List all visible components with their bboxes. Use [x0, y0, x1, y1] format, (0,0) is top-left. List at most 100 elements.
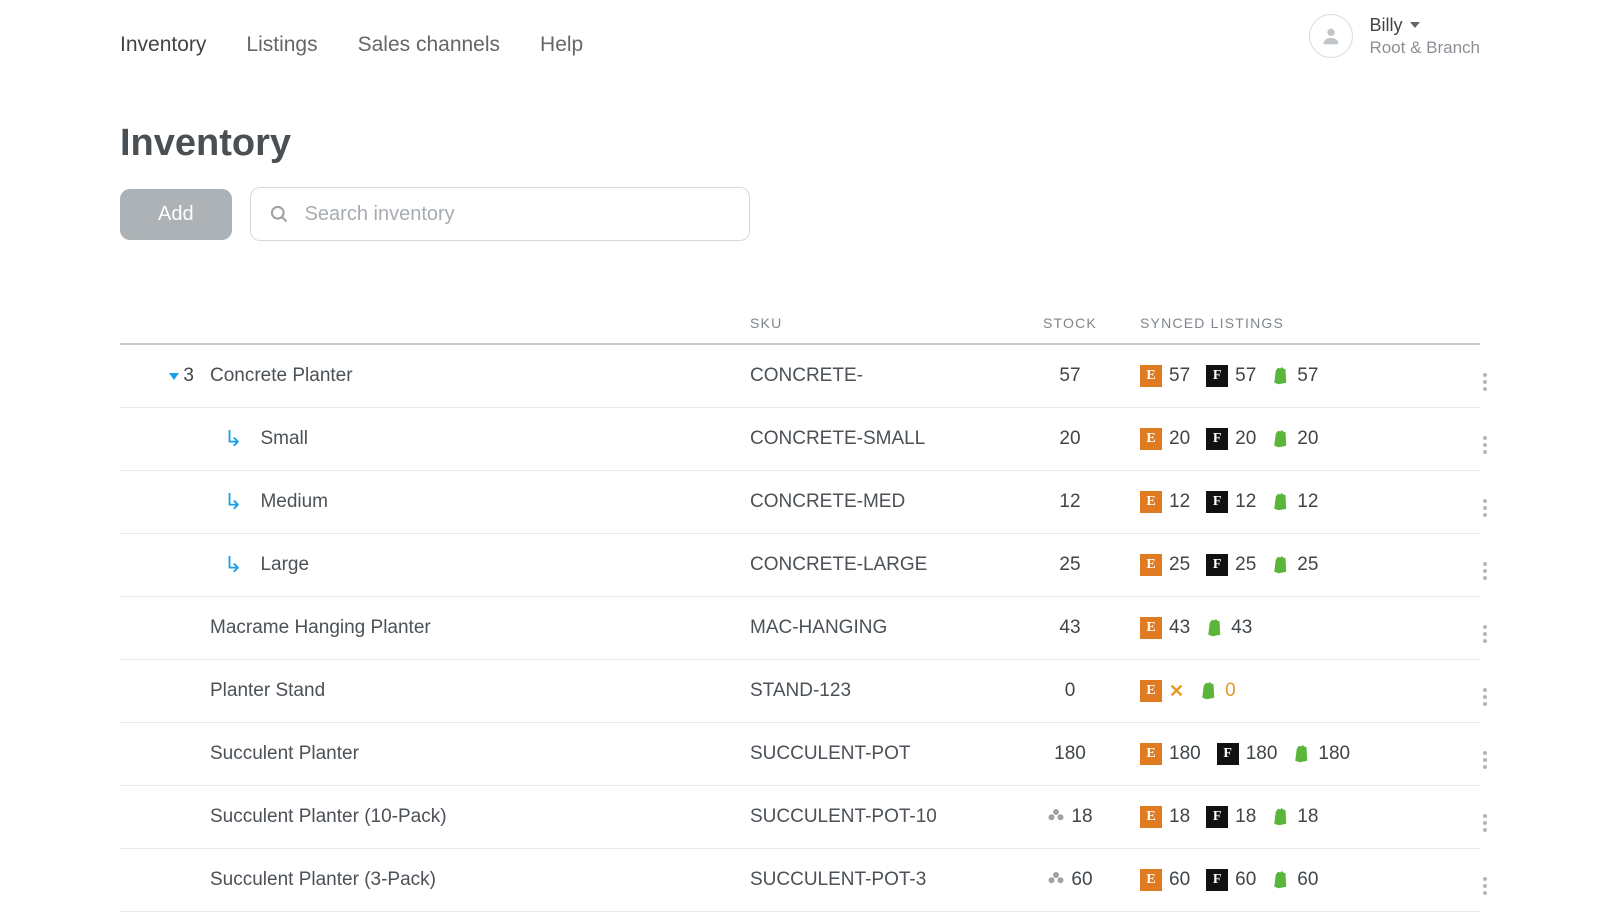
shopify-icon	[1272, 429, 1290, 449]
stock-value: 43	[1059, 617, 1080, 639]
table-row[interactable]: ↳Medium CONCRETE-MED 12 E12F1212	[120, 471, 1480, 534]
item-name: Large	[260, 554, 309, 576]
synced-listing: 0	[1200, 680, 1236, 702]
row-menu-button[interactable]	[1460, 424, 1510, 454]
etsy-icon: E	[1140, 869, 1162, 891]
listing-value: 180	[1169, 743, 1201, 765]
more-vertical-icon	[1483, 436, 1487, 454]
listing-value: 180	[1246, 743, 1278, 765]
nav-listings[interactable]: Listings	[246, 33, 317, 57]
listing-value: 12	[1297, 491, 1318, 513]
synced-listing: 60	[1272, 869, 1318, 891]
user-company: Root & Branch	[1369, 37, 1480, 58]
variant-arrow-icon: ↳	[224, 489, 242, 515]
item-name: Succulent Planter	[210, 743, 359, 764]
stock-value: 25	[1059, 554, 1080, 576]
listing-value: 43	[1169, 617, 1190, 639]
listing-value: 60	[1235, 869, 1256, 891]
etsy-icon: E	[1140, 428, 1162, 450]
stock-value: 12	[1059, 491, 1080, 513]
faire-icon: F	[1206, 869, 1228, 891]
nav-help[interactable]: Help	[540, 33, 583, 57]
row-menu-button[interactable]	[1460, 802, 1510, 832]
shopify-icon	[1272, 366, 1290, 386]
search-wrap[interactable]	[250, 187, 750, 241]
sku-value: MAC-HANGING	[750, 617, 887, 638]
variant-arrow-icon: ↳	[224, 426, 242, 452]
listing-value: 20	[1297, 428, 1318, 450]
table-row[interactable]: Macrame Hanging Planter MAC-HANGING 43 E…	[120, 597, 1480, 660]
col-header-sku: SKU	[750, 315, 1000, 331]
toolbar: Add	[120, 187, 1480, 241]
more-vertical-icon	[1483, 751, 1487, 769]
variant-count: 3	[183, 365, 194, 387]
search-input[interactable]	[303, 202, 731, 227]
shopify-icon	[1272, 807, 1290, 827]
listing-value: 18	[1297, 806, 1318, 828]
unsynced-x-icon: ✕	[1169, 681, 1184, 702]
table-row[interactable]: 3 Concrete Planter CONCRETE- 57 E57F5757	[120, 345, 1480, 408]
col-header-synced: SYNCED LISTINGS	[1140, 315, 1460, 331]
add-button[interactable]: Add	[120, 189, 232, 240]
row-menu-button[interactable]	[1460, 550, 1510, 580]
faire-icon: F	[1206, 428, 1228, 450]
expand-caret-icon[interactable]	[169, 373, 179, 380]
sku-value: SUCCULENT-POT-3	[750, 869, 926, 890]
listing-value: 57	[1297, 365, 1318, 387]
synced-listing: E60	[1140, 869, 1190, 891]
table-row[interactable]: Succulent Planter (3-Pack) SUCCULENT-POT…	[120, 849, 1480, 912]
table-row[interactable]: Succulent Planter (10-Pack) SUCCULENT-PO…	[120, 786, 1480, 849]
synced-listing: F12	[1206, 491, 1256, 513]
row-menu-button[interactable]	[1460, 865, 1510, 895]
user-text: Billy Root & Branch	[1369, 14, 1480, 58]
table-header: SKU STOCK SYNCED LISTINGS	[120, 305, 1480, 345]
synced-listing: E25	[1140, 554, 1190, 576]
row-menu-button[interactable]	[1460, 361, 1510, 391]
etsy-icon: E	[1140, 743, 1162, 765]
item-name: Planter Stand	[210, 680, 325, 701]
shopify-icon	[1293, 744, 1311, 764]
more-vertical-icon	[1483, 877, 1487, 895]
table-row[interactable]: ↳Large CONCRETE-LARGE 25 E25F2525	[120, 534, 1480, 597]
nav-sales-channels[interactable]: Sales channels	[358, 33, 500, 57]
table-row[interactable]: Succulent Planter SUCCULENT-POT 180 E180…	[120, 723, 1480, 786]
caret-down-icon	[1410, 22, 1420, 28]
more-vertical-icon	[1483, 562, 1487, 580]
bundle-icon	[1047, 807, 1065, 827]
row-menu-button[interactable]	[1460, 676, 1510, 706]
listing-value: 43	[1231, 617, 1252, 639]
variant-arrow-icon: ↳	[224, 552, 242, 578]
user-menu[interactable]: Billy Root & Branch	[1309, 14, 1480, 58]
faire-icon: F	[1206, 365, 1228, 387]
etsy-icon: E	[1140, 680, 1162, 702]
more-vertical-icon	[1483, 373, 1487, 391]
synced-listing: E57	[1140, 365, 1190, 387]
row-menu-button[interactable]	[1460, 613, 1510, 643]
bundle-icon	[1047, 870, 1065, 890]
synced-listing: E 180	[1140, 743, 1201, 765]
table-row[interactable]: Planter Stand STAND-123 0 E✕0	[120, 660, 1480, 723]
listing-value: 57	[1169, 365, 1190, 387]
table-row[interactable]: ↳Small CONCRETE-SMALL 20 E20F2020	[120, 408, 1480, 471]
synced-listing: F180	[1217, 743, 1278, 765]
faire-icon: F	[1206, 806, 1228, 828]
listing-value: 57	[1235, 365, 1256, 387]
synced-listing: F25	[1206, 554, 1256, 576]
synced-listing: 20	[1272, 428, 1318, 450]
stock-value: 0	[1065, 680, 1076, 702]
listing-value: 18	[1235, 806, 1256, 828]
row-menu-button[interactable]	[1460, 739, 1510, 769]
stock-value: 18	[1071, 806, 1092, 828]
sku-value: SUCCULENT-POT-10	[750, 806, 937, 827]
listing-value: 25	[1235, 554, 1256, 576]
nav-inventory[interactable]: Inventory	[120, 33, 206, 57]
shopify-icon	[1200, 681, 1218, 701]
etsy-icon: E	[1140, 554, 1162, 576]
sku-value: CONCRETE-SMALL	[750, 428, 925, 449]
item-name: Succulent Planter (10-Pack)	[210, 806, 447, 827]
stock-value: 57	[1059, 365, 1080, 387]
listing-value: 20	[1169, 428, 1190, 450]
more-vertical-icon	[1483, 814, 1487, 832]
row-menu-button[interactable]	[1460, 487, 1510, 517]
sku-value: CONCRETE-	[750, 365, 863, 386]
